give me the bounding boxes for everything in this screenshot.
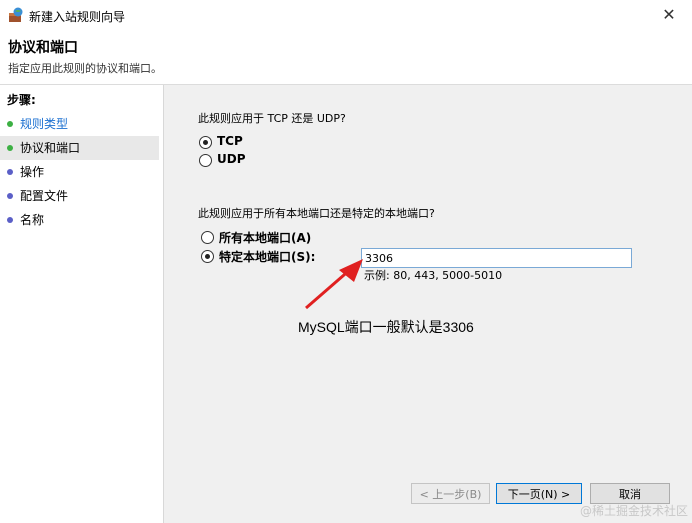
radio-button[interactable]	[201, 250, 214, 263]
page-title: 协议和端口	[8, 40, 78, 56]
page-description: 指定应用此规则的协议和端口。	[8, 62, 162, 75]
ports-question: 此规则应用于所有本地端口还是特定的本地端口?	[198, 207, 435, 220]
annotation-text: MySQL端口一般默认是3306	[298, 319, 474, 335]
radio-label: 所有本地端口(A)	[219, 231, 312, 245]
close-icon: ✕	[662, 5, 676, 24]
step-status-icon	[7, 193, 13, 199]
step-status-icon	[7, 217, 13, 223]
window-title: 新建入站规则向导	[29, 10, 126, 24]
step-label: 操作	[20, 165, 45, 179]
step-label: 协议和端口	[20, 141, 81, 155]
wizard-header: 协议和端口 指定应用此规则的协议和端口。	[0, 30, 692, 85]
radio-label: TCP	[217, 134, 243, 148]
step-rule-type[interactable]: 规则类型	[0, 112, 159, 136]
title-bar: 新建入站规则向导 ✕	[0, 0, 692, 30]
step-action[interactable]: 操作	[0, 160, 159, 184]
radio-button[interactable]	[199, 136, 212, 149]
port-input[interactable]: 3306	[361, 248, 632, 268]
step-status-icon	[7, 169, 13, 175]
step-label: 配置文件	[20, 189, 69, 203]
step-label: 规则类型	[20, 117, 69, 131]
step-label: 名称	[20, 213, 45, 227]
cancel-button[interactable]: 取消	[590, 483, 670, 504]
protocol-question: 此规则应用于 TCP 还是 UDP?	[198, 112, 346, 125]
port-example: 示例: 80, 443, 5000-5010	[364, 269, 503, 282]
back-button[interactable]: < 上一步(B)	[411, 483, 490, 504]
step-protocol-ports[interactable]: 协议和端口	[0, 136, 159, 160]
next-button[interactable]: 下一页(N) >	[496, 483, 582, 504]
step-name[interactable]: 名称	[0, 208, 159, 232]
firewall-icon	[8, 7, 24, 23]
step-profile[interactable]: 配置文件	[0, 184, 159, 208]
step-status-icon	[7, 121, 13, 127]
arrow-icon	[305, 259, 363, 310]
step-status-icon	[7, 145, 13, 151]
radio-label: UDP	[217, 152, 246, 166]
radio-button[interactable]	[199, 154, 212, 167]
radio-button[interactable]	[201, 231, 214, 244]
steps-panel: 步骤: 规则类型 协议和端口 操作 配置文件 名称	[0, 85, 164, 523]
steps-title: 步骤:	[7, 93, 36, 107]
close-button[interactable]: ✕	[646, 0, 692, 30]
content-panel	[164, 85, 692, 523]
watermark: @稀土掘金技术社区	[579, 504, 688, 518]
